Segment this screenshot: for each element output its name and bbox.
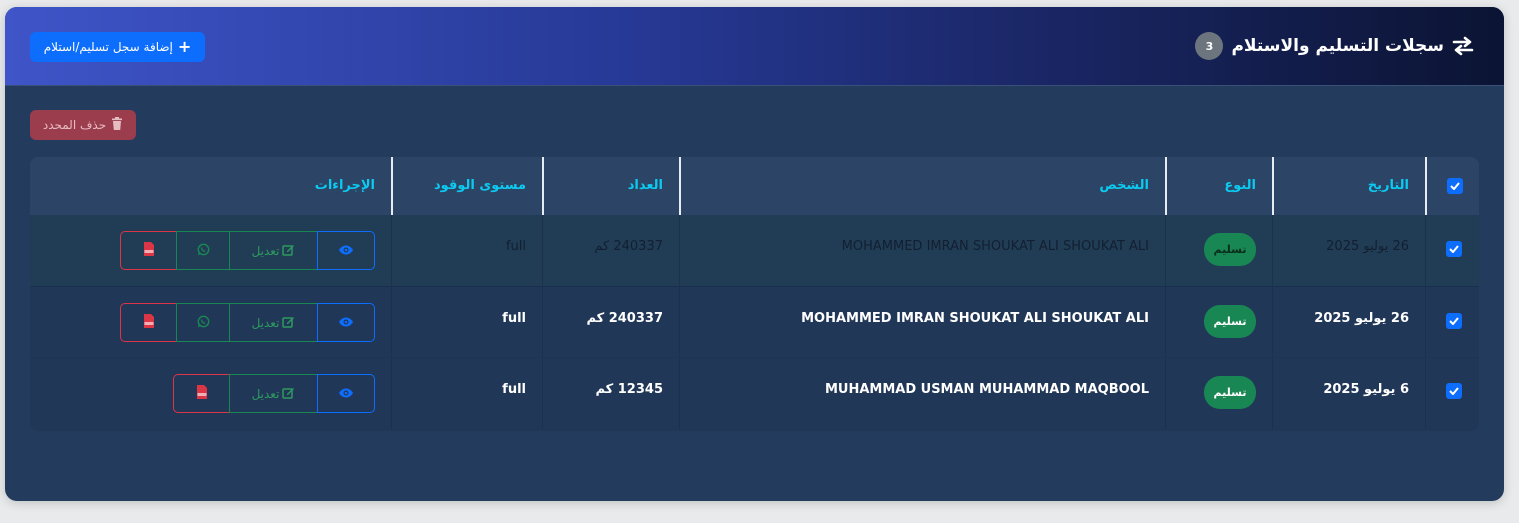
row-actions: تعديل [120,231,375,270]
edit-label: تعديل [251,243,280,258]
card-header: سجلات التسليم والاستلام 3 + إضافة سجل تس… [5,7,1504,86]
type-cell: تسليم [1165,358,1272,429]
delete-selected-label: حذف المحدد [42,118,107,132]
edit-icon [282,243,295,259]
column-label: التاريخ [1367,178,1409,193]
fuel-value: full [502,311,526,326]
actions-cell: تعديل [30,358,391,429]
date-value: 26 يوليو 2025 [1314,311,1409,326]
add-record-label: إضافة سجل تسليم/استلام [43,40,173,54]
whatsapp-button[interactable] [176,231,229,270]
select-cell [1425,287,1479,358]
table-row: 26 يوليو 2025 تسليم MOHAMMED IMRAN SHOUK… [30,286,1479,358]
person-cell: MOHAMMED IMRAN SHOUKAT ALI SHOUKAT ALI [679,215,1165,286]
view-button[interactable] [317,374,375,413]
select-all-checkbox[interactable] [1447,178,1463,194]
edit-button[interactable]: تعديل [229,231,317,270]
type-cell: تسليم [1165,215,1272,286]
whatsapp-icon [197,243,210,259]
records-count-badge: 3 [1195,32,1224,60]
column-header-date[interactable]: التاريخ [1272,157,1425,215]
meter-value: 240337 كم [594,239,663,254]
whatsapp-button[interactable] [176,303,229,342]
column-header-fuel[interactable]: مستوى الوقود [391,157,542,215]
eye-icon [338,316,354,330]
date-cell: 26 يوليو 2025 [1272,215,1425,286]
column-header-person[interactable]: الشخص [679,157,1165,215]
page-title: سجلات التسليم والاستلام 3 [1195,29,1474,63]
column-label: الإجراءات [314,178,375,193]
fuel-cell: full [391,287,542,358]
exchange-arrows-icon [1452,35,1474,57]
row-checkbox[interactable] [1446,313,1462,329]
edit-icon [282,386,295,402]
meter-cell: 240337 كم [542,215,679,286]
pdf-button[interactable] [120,231,176,270]
person-cell: MOHAMMED IMRAN SHOUKAT ALI SHOUKAT ALI [679,287,1165,358]
type-badge: تسليم [1204,233,1256,266]
fuel-cell: full [391,358,542,429]
trash-icon [111,117,123,133]
eye-icon [338,387,354,401]
person-value: MOHAMMED IMRAN SHOUKAT ALI SHOUKAT ALI [841,239,1149,254]
table-header: التاريخ النوع الشخص العداد مستوى الوقود … [30,157,1479,215]
row-checkbox[interactable] [1446,241,1462,257]
meter-value: 240337 كم [586,311,663,326]
pdf-icon [143,314,155,331]
date-cell: 26 يوليو 2025 [1272,287,1425,358]
pdf-icon [196,385,208,402]
edit-button[interactable]: تعديل [229,303,317,342]
meter-cell: 240337 كم [542,287,679,358]
column-header-type[interactable]: النوع [1165,157,1272,215]
meter-cell: 12345 كم [542,358,679,429]
person-cell: MUHAMMAD USMAN MUHAMMAD MAQBOOL [679,358,1165,429]
fuel-cell: full [391,215,542,286]
column-label: مستوى الوقود [434,178,526,193]
pdf-icon [143,242,155,259]
pdf-button[interactable] [120,303,176,342]
records-table: التاريخ النوع الشخص العداد مستوى الوقود … [30,157,1479,431]
person-value: MUHAMMAD USMAN MUHAMMAD MAQBOOL [824,382,1149,397]
plus-icon: + [177,37,192,56]
meter-value: 12345 كم [595,382,663,397]
select-cell [1425,358,1479,429]
eye-icon [338,244,354,258]
table-row: 6 يوليو 2025 تسليم MUHAMMAD USMAN MUHAMM… [30,357,1479,429]
whatsapp-icon [197,315,210,331]
select-cell [1425,215,1479,286]
type-cell: تسليم [1165,287,1272,358]
actions-cell: تعديل [30,287,391,358]
select-all-cell [1425,157,1479,215]
row-actions: تعديل [120,303,375,342]
fuel-value: full [502,382,526,397]
edit-icon [282,315,295,331]
person-value: MOHAMMED IMRAN SHOUKAT ALI SHOUKAT ALI [801,311,1149,326]
view-button[interactable] [317,303,375,342]
view-button[interactable] [317,231,375,270]
type-badge: تسليم [1204,376,1256,409]
edit-label: تعديل [251,386,280,401]
edit-button[interactable]: تعديل [229,374,317,413]
type-badge: تسليم [1204,305,1256,338]
column-label: النوع [1224,178,1256,193]
actions-cell: تعديل [30,215,391,286]
add-record-button[interactable]: + إضافة سجل تسليم/استلام [30,32,205,62]
date-value: 26 يوليو 2025 [1326,239,1409,254]
delete-selected-button[interactable]: حذف المحدد [30,110,136,140]
table-row: 26 يوليو 2025 تسليم MOHAMMED IMRAN SHOUK… [30,215,1479,286]
column-label: العداد [627,178,663,193]
row-actions: تعديل [173,374,375,413]
date-cell: 6 يوليو 2025 [1272,358,1425,429]
column-label: الشخص [1099,178,1149,193]
date-value: 6 يوليو 2025 [1323,382,1409,397]
fuel-value: full [505,239,526,254]
column-header-actions: الإجراءات [30,157,391,215]
pdf-button[interactable] [173,374,229,413]
title-text: سجلات التسليم والاستلام [1231,36,1444,56]
edit-label: تعديل [251,315,280,330]
column-header-meter[interactable]: العداد [542,157,679,215]
row-checkbox[interactable] [1446,383,1462,399]
handover-records-card: سجلات التسليم والاستلام 3 + إضافة سجل تس… [5,7,1504,501]
